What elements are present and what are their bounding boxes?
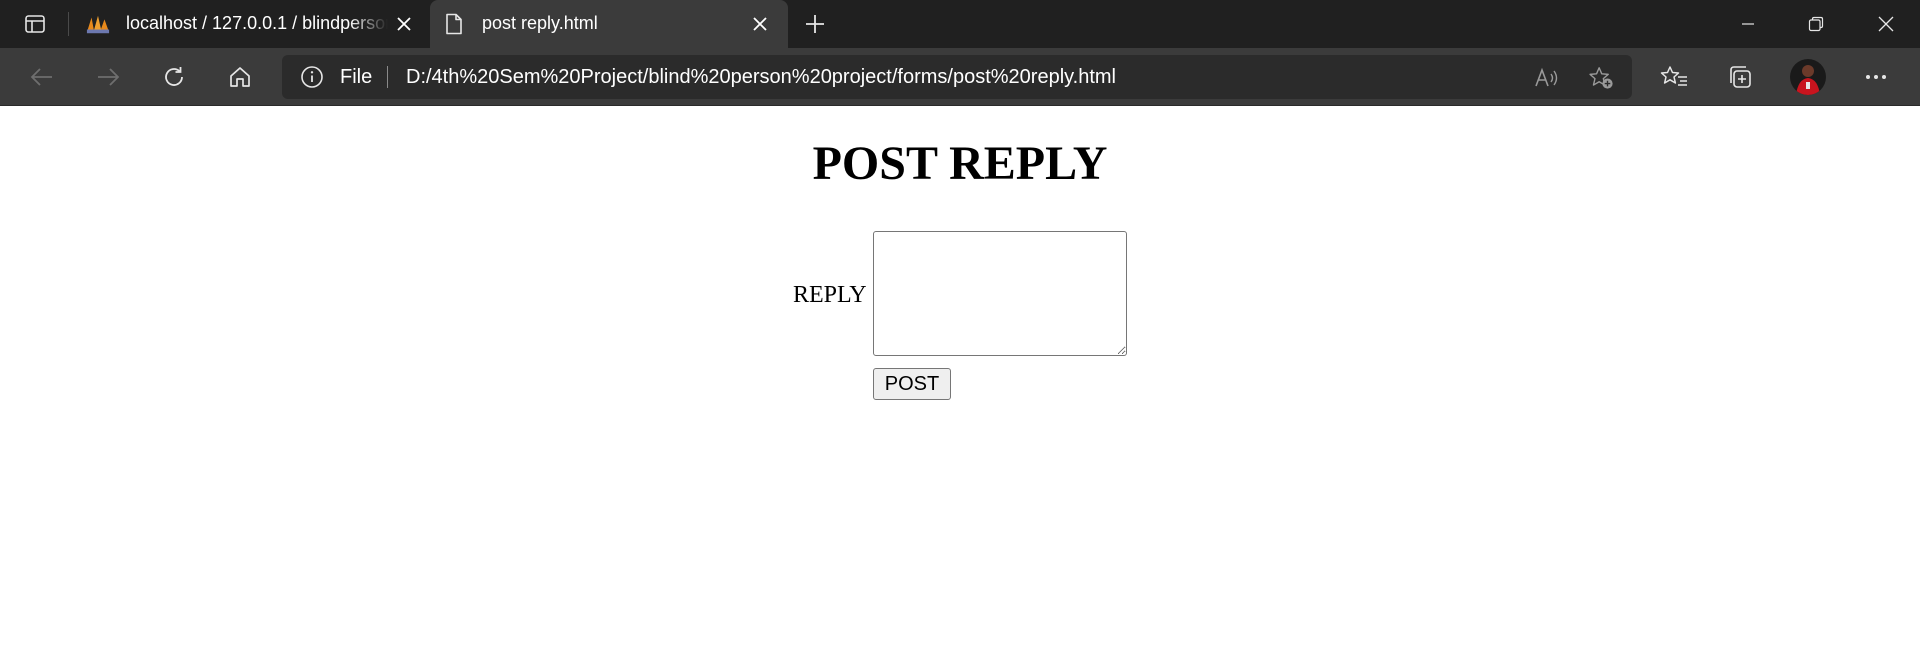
tab-actions-icon — [25, 15, 45, 33]
restore-icon — [1808, 16, 1824, 32]
close-icon — [1878, 16, 1894, 32]
tab-separator — [68, 12, 69, 36]
collections-icon — [1730, 66, 1751, 88]
arrow-right-icon — [98, 68, 120, 86]
tab-strip: localhost / 127.0.0.1 / blindperson post… — [0, 0, 1920, 48]
minimize-button[interactable] — [1714, 0, 1782, 48]
post-button[interactable]: POST — [873, 368, 951, 400]
read-aloud-icon[interactable] — [1534, 65, 1560, 91]
new-tab-button[interactable] — [800, 10, 830, 38]
arrow-left-icon — [30, 68, 52, 86]
close-window-button[interactable] — [1852, 0, 1920, 48]
address-url[interactable]: D:/4th%20Sem%20Project/blind%20person%20… — [406, 66, 1116, 89]
home-button[interactable] — [222, 60, 258, 94]
add-favorite-icon[interactable] — [1588, 65, 1614, 91]
refresh-button[interactable] — [156, 60, 192, 94]
back-button[interactable] — [24, 60, 60, 94]
profile-avatar[interactable] — [1790, 59, 1826, 95]
page-title: POST REPLY — [812, 137, 1108, 190]
file-icon — [442, 12, 466, 36]
forward-button[interactable] — [90, 60, 126, 94]
favorites-button[interactable] — [1656, 60, 1692, 94]
page-content: POST REPLY REPLY POST — [0, 107, 1920, 667]
phpmyadmin-icon — [86, 12, 110, 36]
address-scheme-label: File — [340, 66, 373, 88]
favorites-icon — [1660, 66, 1687, 86]
address-bar[interactable]: File D:/4th%20Sem%20Project/blind%20pers… — [282, 55, 1632, 99]
close-tab-icon[interactable] — [748, 12, 772, 36]
minimize-icon — [1742, 23, 1754, 25]
info-icon[interactable] — [300, 65, 324, 89]
more-icon — [1866, 75, 1886, 79]
avatar-icon — [1790, 59, 1826, 95]
plus-icon — [806, 15, 824, 33]
tab-title: post reply.html — [482, 13, 598, 33]
toolbar: File D:/4th%20Sem%20Project/blind%20pers… — [0, 48, 1920, 106]
restore-button[interactable] — [1782, 0, 1850, 48]
reply-label: REPLY — [793, 282, 867, 308]
home-icon — [230, 67, 250, 87]
collections-button[interactable] — [1722, 60, 1758, 94]
tab-phpmyadmin[interactable]: localhost / 127.0.0.1 / blindperson — [74, 0, 426, 48]
reply-textarea[interactable] — [873, 231, 1127, 356]
tab-post-reply[interactable]: post reply.html — [430, 0, 788, 48]
tab-title: localhost / 127.0.0.1 / blindperson — [126, 13, 388, 33]
address-divider — [387, 66, 388, 88]
settings-more-button[interactable] — [1858, 60, 1894, 94]
close-tab-icon[interactable] — [392, 12, 416, 36]
tab-actions-button[interactable] — [14, 9, 56, 39]
refresh-icon — [165, 67, 183, 86]
